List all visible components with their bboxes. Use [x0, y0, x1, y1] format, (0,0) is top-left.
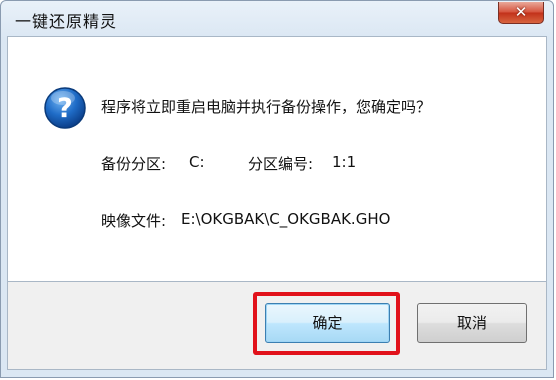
dialog-title: 一键还原精灵: [15, 12, 118, 31]
dialog-content: ? 程序将立即重启电脑并执行备份操作，您确定吗？ 备份分区: C: 分区编号: …: [7, 36, 547, 282]
partition-number-label: 分区编号:: [248, 155, 314, 173]
ok-button-highlight: [253, 292, 400, 355]
svg-text:?: ?: [57, 93, 73, 124]
confirm-message: 程序将立即重启电脑并执行备份操作，您确定吗？: [101, 98, 432, 116]
cancel-button[interactable]: 取消: [417, 303, 527, 343]
image-file-label: 映像文件:: [101, 212, 167, 230]
backup-partition-value: C:: [189, 153, 205, 171]
title-bar[interactable]: 一键还原精灵 ✕: [1, 1, 555, 37]
image-file-path: E:\OKGBAK\C_OKGBAK.GHO: [181, 210, 391, 228]
backup-partition-label: 备份分区:: [101, 155, 167, 173]
partition-number-value: 1:1: [332, 153, 357, 171]
close-button[interactable]: ✕: [498, 2, 544, 24]
close-icon: ✕: [514, 3, 528, 21]
question-icon: ?: [44, 87, 86, 129]
